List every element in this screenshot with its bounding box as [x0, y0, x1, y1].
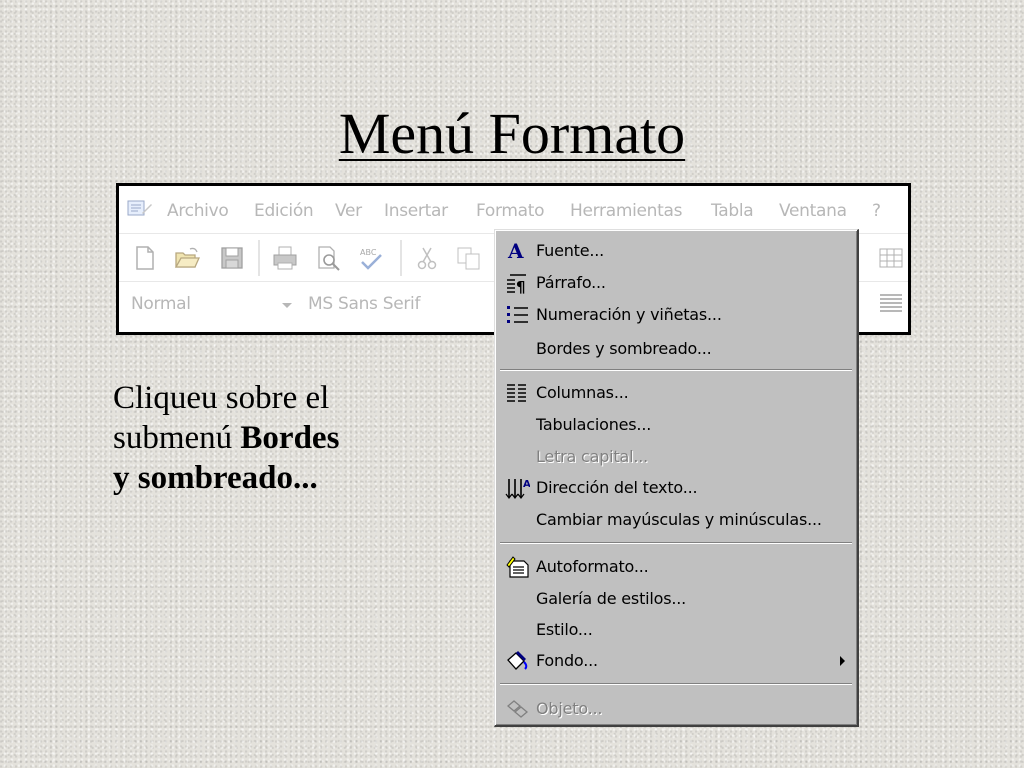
instruction-text: Cliqueu sobre el submenú Bordes y sombre… — [113, 378, 413, 498]
menu-item-estilo[interactable]: Estilo... — [498, 615, 853, 645]
menu-item-label: Estilo... — [536, 620, 593, 639]
menu-archivo[interactable]: Archivo — [167, 201, 229, 221]
menu-ventana[interactable]: Ventana — [779, 201, 847, 221]
menu-item-cambiar-mayusculas[interactable]: Cambiar mayúsculas y minúsculas... — [498, 505, 853, 535]
autoformat-icon — [504, 556, 530, 578]
menu-edicion[interactable]: Edición — [254, 201, 314, 221]
menu-item-label: Bordes y sombreado... — [536, 339, 712, 358]
menu-item-label: Fondo... — [536, 651, 598, 670]
menu-herramientas[interactable]: Herramientas — [570, 201, 683, 221]
print-icon[interactable] — [271, 244, 299, 272]
document-icon — [127, 199, 153, 219]
submenu-arrow-icon — [840, 656, 845, 666]
menu-item-label: Numeración y viñetas... — [536, 305, 722, 324]
menu-separator — [500, 369, 852, 371]
text-direction-icon: A — [504, 477, 531, 499]
instruction-line-2-text: submenú — [113, 420, 241, 456]
instruction-bold-bordes: Bordes — [240, 420, 340, 456]
menu-tabla[interactable]: Tabla — [711, 201, 754, 221]
menu-separator — [500, 542, 852, 544]
instruction-line-2: submenú Bordes — [113, 418, 413, 458]
menu-item-fondo[interactable]: Fondo... — [498, 646, 853, 676]
spelling-icon[interactable]: ABC — [357, 244, 385, 272]
menu-item-label: Columnas... — [536, 383, 629, 402]
font-icon: A — [504, 239, 530, 263]
svg-text:ABC: ABC — [360, 248, 377, 257]
menu-item-direccion-texto[interactable]: A Dirección del texto... — [498, 473, 853, 503]
style-dropdown-arrow-icon[interactable] — [282, 303, 292, 308]
menu-item-label: Tabulaciones... — [536, 415, 652, 434]
instruction-bold-sombreado: y sombreado... — [113, 460, 318, 496]
menu-item-label: Fuente... — [536, 241, 605, 260]
copy-icon[interactable] — [455, 244, 483, 272]
menu-separator — [500, 683, 852, 685]
menu-item-label: Dirección del texto... — [536, 478, 698, 497]
menu-ver[interactable]: Ver — [335, 201, 362, 221]
toolbar-separator — [258, 240, 260, 276]
slide-title: Menú Formato — [338, 101, 686, 166]
cut-icon[interactable] — [413, 244, 441, 272]
format-menu-dropdown: A Fuente... ¶ Párrafo... Numeración y vi… — [494, 229, 859, 727]
toolbar-separator — [400, 240, 402, 276]
menu-item-fuente[interactable]: A Fuente... — [498, 236, 853, 266]
style-combo[interactable]: Normal — [131, 294, 191, 314]
columns-icon — [504, 382, 530, 404]
menu-item-label: Galería de estilos... — [536, 589, 687, 608]
menu-item-label: Párrafo... — [536, 273, 606, 292]
justify-icon[interactable] — [877, 288, 905, 316]
paragraph-icon: ¶ — [504, 272, 530, 296]
menu-item-bordes[interactable]: Bordes y sombreado... — [498, 334, 853, 364]
menu-item-objeto[interactable]: Objeto... — [498, 694, 853, 724]
print-preview-icon[interactable] — [314, 244, 342, 272]
new-document-icon[interactable] — [131, 244, 159, 272]
menu-item-label: Objeto... — [536, 699, 603, 718]
menu-item-galeria-estilos[interactable]: Galería de estilos... — [498, 584, 853, 614]
instruction-line-3: y sombreado... — [113, 458, 413, 498]
menu-help[interactable]: ? — [872, 201, 881, 221]
menu-item-label: Cambiar mayúsculas y minúsculas... — [536, 510, 822, 529]
background-icon — [504, 650, 530, 672]
menu-formato[interactable]: Formato — [476, 201, 545, 221]
instruction-line-1: Cliqueu sobre el — [113, 380, 330, 416]
menu-item-columnas[interactable]: Columnas... — [498, 378, 853, 408]
menu-item-parrafo[interactable]: ¶ Párrafo... — [498, 268, 853, 298]
object-icon — [504, 698, 530, 720]
menu-item-autoformato[interactable]: Autoformato... — [498, 552, 853, 582]
table-icon[interactable] — [877, 244, 905, 272]
save-icon[interactable] — [218, 244, 246, 272]
svg-text:¶: ¶ — [516, 278, 526, 294]
bullets-icon — [504, 304, 530, 326]
open-folder-icon[interactable] — [173, 244, 201, 272]
menu-bar: Archivo Edición Ver Insertar Formato Her… — [119, 186, 908, 232]
menu-item-label: Letra capital... — [536, 447, 649, 466]
menu-item-numeracion[interactable]: Numeración y viñetas... — [498, 300, 853, 330]
font-combo[interactable]: MS Sans Serif — [308, 294, 420, 314]
menu-item-tabulaciones[interactable]: Tabulaciones... — [498, 410, 853, 440]
menu-item-letra-capital[interactable]: Letra capital... — [498, 442, 853, 472]
svg-text:A: A — [507, 240, 524, 262]
svg-text:A: A — [523, 479, 530, 490]
menu-item-label: Autoformato... — [536, 557, 649, 576]
menu-insertar[interactable]: Insertar — [384, 201, 448, 221]
